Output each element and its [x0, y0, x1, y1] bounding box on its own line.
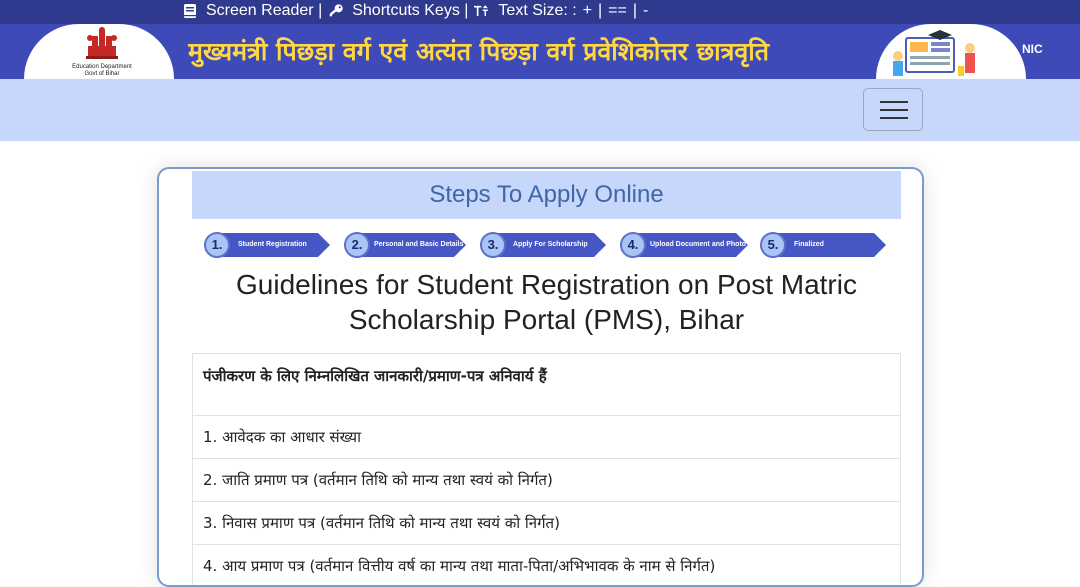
- accessibility-controls: Screen Reader | Shortcuts Keys | Text Si…: [182, 0, 650, 22]
- step-number: 2.: [344, 232, 370, 258]
- text-size-icon: [474, 3, 490, 19]
- step-number: 4.: [620, 232, 646, 258]
- menu-toggle-button[interactable]: [863, 88, 923, 131]
- separator: |: [632, 2, 638, 19]
- book-icon: [182, 3, 198, 19]
- shortcut-keys-link[interactable]: Shortcuts Keys |: [352, 2, 468, 20]
- step-number: 1.: [204, 232, 230, 258]
- step-number: 5.: [760, 232, 786, 258]
- requirements-table: पंजीकरण के लिए निम्नलिखित जानकारी/प्रमाण…: [192, 353, 901, 585]
- logo-caption-line-1: Education Department: [72, 64, 132, 70]
- steps-card: Steps To Apply Online 1. Student Registr…: [157, 167, 924, 587]
- accessibility-bar: Screen Reader | Shortcuts Keys | Text Si…: [0, 0, 1080, 24]
- table-row: 1. आवेदक का आधार संख्या: [193, 415, 900, 458]
- text-reset-button[interactable]: ==: [606, 2, 629, 20]
- students-illustration: [888, 26, 988, 78]
- navbar: [0, 79, 1080, 141]
- step-label: Apply For Scholarship: [513, 241, 588, 248]
- step-label: Student Registration: [238, 241, 307, 248]
- screen-reader-link[interactable]: Screen Reader |: [206, 2, 322, 20]
- nic-logo: NIC: [1022, 42, 1043, 56]
- steps-progress: 1. Student Registration 2. Personal and …: [204, 231, 894, 261]
- guidelines-title: Guidelines for Student Registration on P…: [236, 269, 857, 335]
- step-1[interactable]: 1. Student Registration: [204, 232, 334, 258]
- text-decrease-button[interactable]: -: [641, 2, 650, 20]
- logo-caption-line-2: Govt of Bihar: [84, 71, 120, 77]
- key-icon: [328, 3, 344, 19]
- step-2[interactable]: 2. Personal and Basic Details: [344, 232, 469, 258]
- step-4[interactable]: 4. Upload Document and Photo: [620, 232, 750, 258]
- table-row: 3. निवास प्रमाण पत्र (वर्तमान तिथि को मा…: [193, 501, 900, 544]
- table-row: 4. आय प्रमाण पत्र (वर्तमान वित्तीय वर्ष …: [193, 544, 900, 585]
- steps-heading: Steps To Apply Online: [192, 171, 901, 219]
- step-3[interactable]: 3. Apply For Scholarship: [480, 232, 610, 258]
- bihar-emblem-icon: [86, 27, 118, 59]
- step-5[interactable]: 5. Finalized: [760, 232, 890, 258]
- step-label: Personal and Basic Details: [374, 241, 464, 248]
- text-increase-button[interactable]: +: [581, 2, 594, 20]
- table-row: 2. जाति प्रमाण पत्र (वर्तमान तिथि को मान…: [193, 458, 900, 501]
- separator: |: [598, 2, 603, 19]
- step-number: 3.: [480, 232, 506, 258]
- step-label: Upload Document and Photo: [650, 241, 747, 248]
- scheme-title: मुख्यमंत्री पिछड़ा वर्ग एवं अत्यंत पिछड़…: [188, 37, 770, 66]
- requirements-header: पंजीकरण के लिए निम्नलिखित जानकारी/प्रमाण…: [203, 367, 547, 385]
- education-department-logo: Education Department Govt of Bihar: [66, 26, 138, 78]
- header-banner: Education Department Govt of Bihar मुख्य…: [0, 24, 1080, 79]
- step-label: Finalized: [794, 241, 824, 248]
- text-size-label: Text Size: :: [498, 2, 577, 19]
